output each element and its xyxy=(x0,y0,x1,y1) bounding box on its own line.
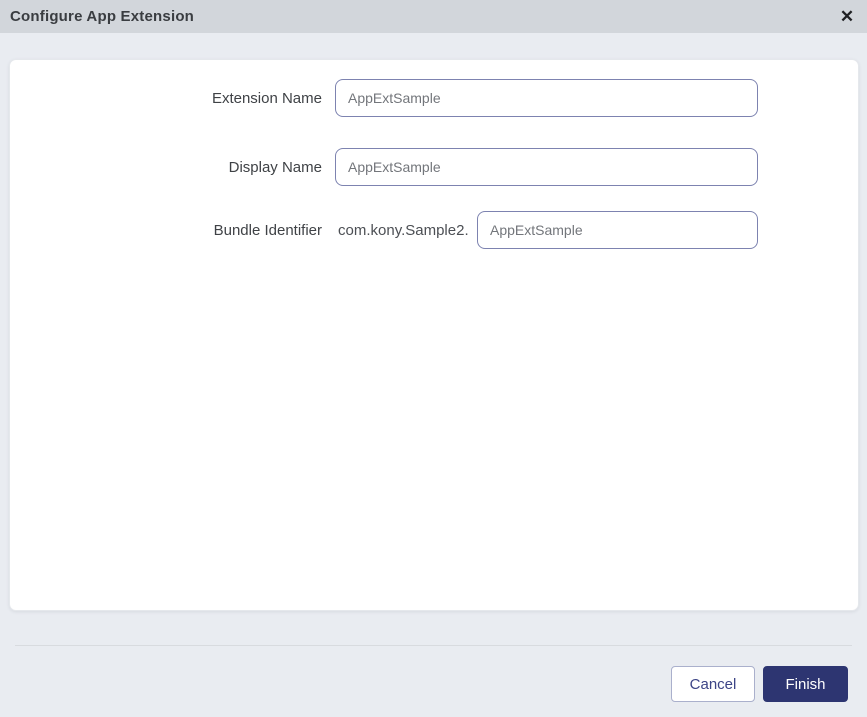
dialog-titlebar: Configure App Extension ✕ xyxy=(0,0,867,33)
dialog-title: Configure App Extension xyxy=(10,8,195,25)
bundle-identifier-input[interactable] xyxy=(477,211,758,249)
close-icon[interactable]: ✕ xyxy=(833,0,861,33)
configure-app-extension-dialog: Configure App Extension ✕ Extension Name… xyxy=(0,0,867,717)
bundle-identifier-label: Bundle Identifier xyxy=(213,221,322,239)
display-name-input[interactable] xyxy=(335,148,758,186)
extension-name-label: Extension Name xyxy=(211,89,322,107)
extension-name-input[interactable] xyxy=(335,79,758,117)
cancel-button[interactable]: Cancel xyxy=(671,666,755,702)
form-panel: Extension Name Display Name Bundle Ident… xyxy=(9,59,859,611)
display-name-label: Display Name xyxy=(228,158,322,176)
finish-button[interactable]: Finish xyxy=(763,666,848,702)
bundle-identifier-row: Bundle Identifier com.kony.Sample2. xyxy=(10,211,858,249)
display-name-row: Display Name xyxy=(10,148,858,186)
footer-divider xyxy=(15,645,852,646)
bundle-identifier-prefix: com.kony.Sample2. xyxy=(338,221,469,239)
extension-name-row: Extension Name xyxy=(10,79,858,117)
